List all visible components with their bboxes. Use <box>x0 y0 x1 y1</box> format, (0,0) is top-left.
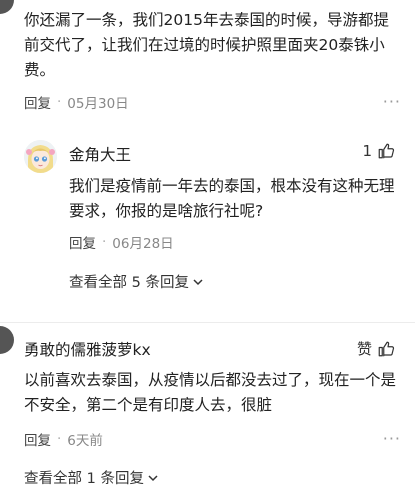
chevron-down-icon <box>193 278 203 285</box>
reply-button[interactable]: 回复 <box>24 92 51 112</box>
like-count: 1 <box>362 142 372 160</box>
comment-text: 以前喜欢去泰国，从疫情以后都没去过了，现在一个是不安全，第二个是有印度人去，很脏 <box>24 371 397 414</box>
comment-meta: 回复 · 6天前 <box>24 429 103 449</box>
like-button[interactable]: 赞 <box>357 338 395 359</box>
sub-reply-reply-button[interactable]: 回复 <box>69 232 96 252</box>
thumbs-up-icon <box>378 143 395 159</box>
chevron-down-icon <box>148 474 158 481</box>
comment-divider <box>0 322 415 323</box>
like-label: 赞 <box>356 340 372 358</box>
thumbs-up-icon <box>378 341 395 356</box>
commenter-avatar[interactable] <box>0 326 14 354</box>
comment-date: 05月30日 <box>67 96 129 112</box>
more-options-icon[interactable]: ··· <box>383 429 401 448</box>
commenter-username[interactable]: 勇敢的儒雅菠萝kx <box>24 338 151 360</box>
view-all-replies-link[interactable]: 查看全部 1 条回复 <box>24 467 159 488</box>
sub-reply-username[interactable]: 金角大王 <box>69 143 131 165</box>
comment-meta: 回复 · 05月30日 <box>24 92 129 112</box>
sub-reply-avatar[interactable] <box>24 140 57 173</box>
meta-separator: · <box>57 431 62 447</box>
sub-reply-meta: 回复 · 06月28日 <box>69 232 174 252</box>
sub-reply-date: 06月28日 <box>112 236 174 252</box>
meta-separator: · <box>57 94 62 110</box>
view-all-label: 查看全部 1 条回复 <box>24 471 144 487</box>
reply-button[interactable]: 回复 <box>24 429 51 449</box>
sub-reply-text: 我们是疫情前一年去的泰国，根本没有这种无理要求，你报的是啥旅行社呢? <box>69 177 395 220</box>
view-all-label: 查看全部 5 条回复 <box>69 275 189 291</box>
meta-separator: · <box>102 234 107 250</box>
like-button[interactable]: 1 <box>362 142 395 160</box>
comment-text: 你还漏了一条，我们2015年去泰国的时候，导游都提前交代了，让我们在过境的时候护… <box>24 11 389 79</box>
anime-avatar-icon <box>24 140 57 173</box>
view-all-replies-link[interactable]: 查看全部 5 条回复 <box>69 271 204 292</box>
more-options-icon[interactable]: ··· <box>383 92 401 111</box>
comment-date: 6天前 <box>67 433 103 449</box>
commenter-avatar[interactable] <box>0 0 14 14</box>
